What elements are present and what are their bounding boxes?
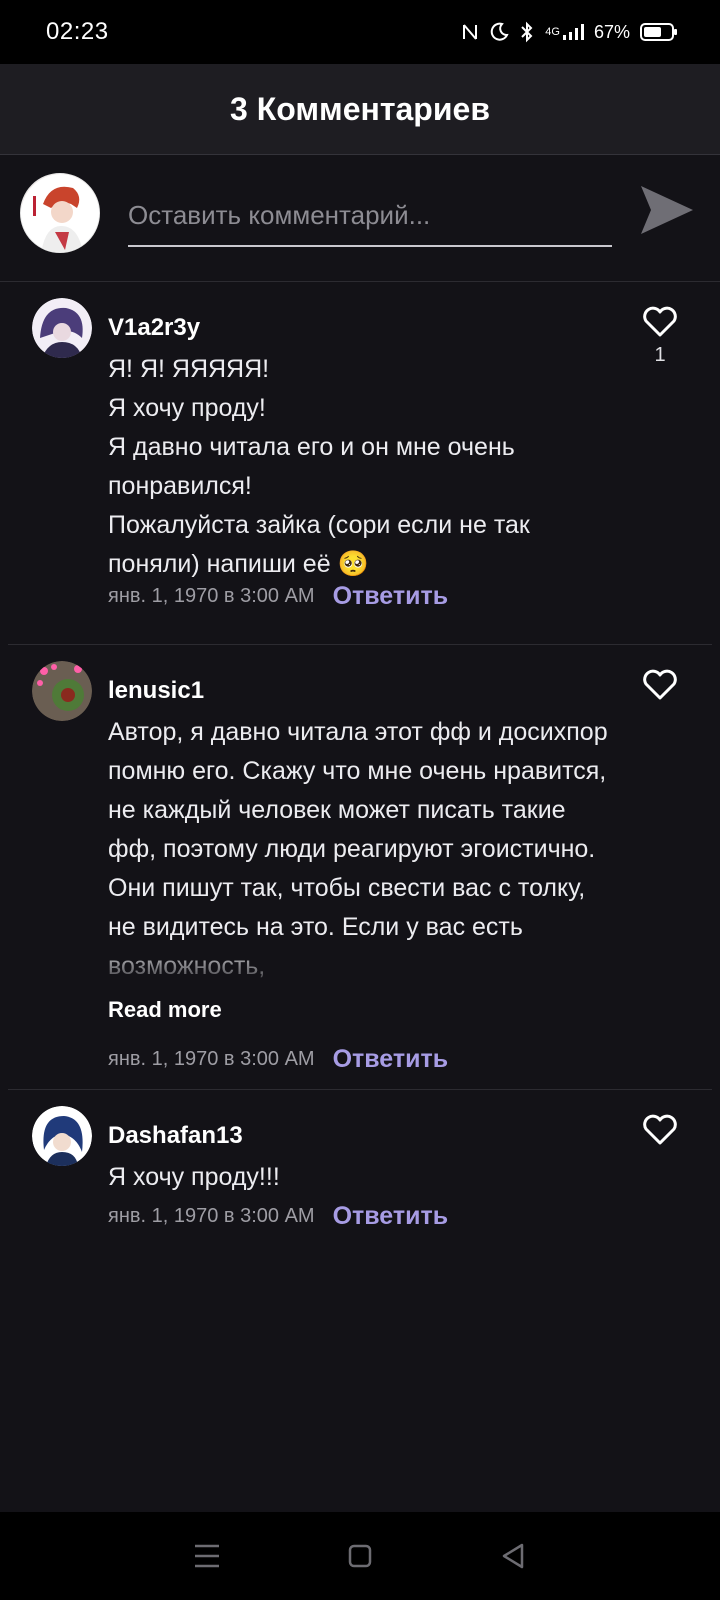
heart-outline-icon xyxy=(643,306,677,337)
username[interactable]: Dashafan13 xyxy=(108,1122,243,1150)
status-time: 02:23 xyxy=(46,18,109,45)
comment-composer xyxy=(0,155,720,282)
reply-button[interactable]: Ответить xyxy=(333,1045,449,1074)
comment-item: Dashafan13 Я хочу проду!!! янв. 1, 1970 … xyxy=(8,1090,712,1240)
comment-meta: янв. 1, 1970 в 3:00 AM Ответить xyxy=(108,1202,448,1231)
username[interactable]: V1a2r3y xyxy=(108,314,200,342)
comment-item: lenusic1 Автор, я давно читала этот фф и… xyxy=(8,645,712,1090)
like-count: 1 xyxy=(654,344,666,366)
comment-input[interactable] xyxy=(128,185,612,247)
comment-meta: янв. 1, 1970 в 3:00 AM Ответить xyxy=(108,1045,448,1074)
like-button[interactable] xyxy=(640,304,680,340)
reply-button[interactable]: Ответить xyxy=(333,582,449,611)
username[interactable]: lenusic1 xyxy=(108,677,204,705)
system-nav-bar xyxy=(0,1512,720,1600)
like-button[interactable] xyxy=(640,667,680,703)
status-bar: 02:23 4G 67% xyxy=(0,0,720,64)
battery-percent: 67% xyxy=(593,21,630,42)
reply-button[interactable]: Ответить xyxy=(333,1202,449,1231)
timestamp: янв. 1, 1970 в 3:00 AM xyxy=(108,1048,315,1070)
comment-text: Я! Я! ЯЯЯЯЯ! Я хочу проду! Я давно читал… xyxy=(108,355,530,578)
comment-text: Я хочу проду!!! xyxy=(108,1163,280,1191)
signal-icon: 4G xyxy=(545,23,584,41)
avatar xyxy=(32,1106,92,1166)
comment-text: Автор, я давно читала этот фф и досихпор… xyxy=(108,718,608,980)
recents-button[interactable] xyxy=(187,1536,227,1576)
timestamp: янв. 1, 1970 в 3:00 AM xyxy=(108,1205,315,1227)
heart-outline-icon xyxy=(643,1114,677,1145)
nfc-icon xyxy=(461,22,479,42)
avatar xyxy=(32,661,92,721)
avatar xyxy=(32,298,92,358)
like-button[interactable] xyxy=(640,1112,680,1148)
status-icons: 4G 67% xyxy=(461,21,677,43)
heart-outline-icon xyxy=(643,669,677,700)
back-button[interactable] xyxy=(493,1536,533,1576)
current-user-avatar xyxy=(20,173,100,253)
back-triangle-icon xyxy=(503,1543,524,1569)
page-title: 3 Комментариев xyxy=(230,90,490,127)
comment-meta: янв. 1, 1970 в 3:00 AM Ответить xyxy=(108,582,448,611)
bluetooth-icon xyxy=(519,21,535,43)
home-button[interactable] xyxy=(340,1536,380,1576)
network-type: 4G xyxy=(545,26,560,38)
comment-item: V1a2r3y Я! Я! ЯЯЯЯЯ! Я хочу проду! Я дав… xyxy=(8,282,712,645)
moon-icon xyxy=(489,22,509,42)
menu-icon xyxy=(194,1544,219,1568)
send-button[interactable] xyxy=(636,179,698,241)
read-more-button[interactable]: Read more xyxy=(108,997,222,1023)
timestamp: янв. 1, 1970 в 3:00 AM xyxy=(108,585,315,607)
home-square-icon xyxy=(348,1544,372,1568)
header: 3 Комментариев xyxy=(0,64,720,155)
battery-icon xyxy=(640,23,677,41)
send-icon xyxy=(641,186,693,234)
